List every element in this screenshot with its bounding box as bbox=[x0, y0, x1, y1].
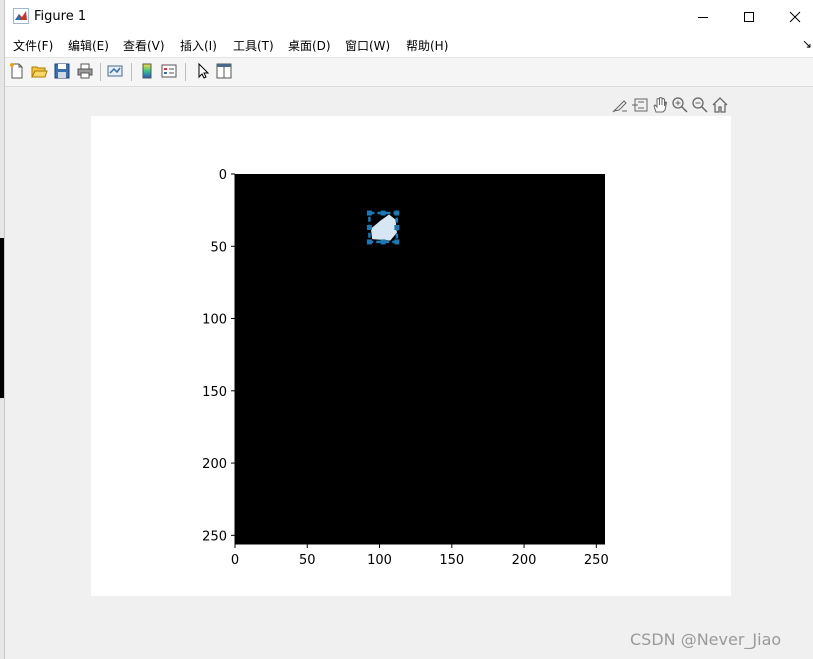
x-tick-label: 50 bbox=[299, 553, 316, 568]
figure-window: Figure 1 文件(F) 编辑(E) 查看(V) 插入(I) 工具(T) 桌… bbox=[4, 0, 813, 659]
open-file-icon[interactable] bbox=[30, 62, 48, 80]
maximize-icon bbox=[744, 11, 754, 22]
window-title: Figure 1 bbox=[34, 9, 87, 24]
bounding-box-marker bbox=[366, 224, 372, 230]
edit-plot-arrow-icon[interactable] bbox=[194, 62, 212, 80]
print-icon[interactable] bbox=[76, 62, 94, 80]
y-tick-label: 0 bbox=[219, 168, 227, 183]
close-button[interactable] bbox=[772, 0, 813, 33]
dock-arrow-icon[interactable]: ↘ bbox=[802, 37, 812, 51]
axes-toolbar bbox=[611, 96, 731, 114]
y-tick-label: 150 bbox=[202, 385, 227, 400]
title-bar: Figure 1 bbox=[5, 0, 813, 33]
toolbar-separator bbox=[100, 63, 101, 81]
zoom-out-icon[interactable] bbox=[691, 96, 709, 114]
minimize-icon bbox=[698, 16, 708, 18]
y-tick-label: 200 bbox=[202, 457, 227, 472]
menu-edit[interactable]: 编辑(E) bbox=[68, 37, 109, 54]
image-axes[interactable]: 0 50 100 150 200 250 0 50 100 150 200 250 bbox=[91, 116, 731, 596]
pan-hand-icon[interactable] bbox=[651, 96, 669, 114]
menu-view[interactable]: 查看(V) bbox=[123, 37, 165, 54]
link-plot-icon[interactable] bbox=[106, 62, 124, 80]
menu-tools[interactable]: 工具(T) bbox=[233, 37, 274, 54]
bounding-box-marker bbox=[394, 239, 400, 245]
toolbar-separator bbox=[185, 63, 186, 81]
zoom-in-icon[interactable] bbox=[671, 96, 689, 114]
matlab-logo-icon bbox=[13, 8, 29, 24]
figure-toolbar bbox=[5, 58, 813, 87]
x-tick-label: 0 bbox=[231, 553, 239, 568]
menu-window[interactable]: 窗口(W) bbox=[345, 37, 390, 54]
close-icon bbox=[789, 11, 801, 22]
csdn-watermark: CSDN @Never_Jiao bbox=[630, 630, 782, 649]
maximize-button[interactable] bbox=[726, 0, 772, 33]
legend-icon[interactable] bbox=[160, 62, 178, 80]
y-tick-label: 50 bbox=[210, 240, 227, 255]
bounding-box-marker bbox=[394, 224, 400, 230]
data-tips-icon[interactable] bbox=[631, 96, 649, 114]
bounding-box-marker bbox=[366, 239, 372, 245]
x-tick-label: 100 bbox=[367, 553, 392, 568]
x-tick-label: 200 bbox=[512, 553, 537, 568]
bounding-box-marker bbox=[366, 210, 372, 216]
bounding-box-marker bbox=[380, 239, 386, 245]
y-tick-label: 250 bbox=[202, 529, 227, 544]
x-tick-label: 250 bbox=[584, 553, 609, 568]
brush-icon[interactable] bbox=[611, 96, 629, 114]
bounding-box-marker bbox=[394, 210, 400, 216]
menu-bar: 文件(F) 编辑(E) 查看(V) 插入(I) 工具(T) 桌面(D) 窗口(W… bbox=[5, 33, 813, 58]
toolbar-separator bbox=[131, 63, 132, 81]
restore-home-icon[interactable] bbox=[711, 96, 729, 114]
save-icon[interactable] bbox=[53, 62, 71, 80]
colorbar-icon[interactable] bbox=[138, 62, 156, 80]
minimize-button[interactable] bbox=[680, 0, 726, 33]
menu-insert[interactable]: 插入(I) bbox=[180, 37, 217, 54]
menu-desktop[interactable]: 桌面(D) bbox=[288, 37, 331, 54]
property-inspector-icon[interactable] bbox=[215, 62, 233, 80]
bounding-box-marker bbox=[380, 210, 386, 216]
x-tick-label: 150 bbox=[439, 553, 464, 568]
image-background bbox=[235, 174, 605, 544]
menu-help[interactable]: 帮助(H) bbox=[406, 37, 448, 54]
figure-canvas: 0 50 100 150 200 250 0 50 100 150 200 250 bbox=[91, 116, 731, 596]
y-tick-label: 100 bbox=[202, 313, 227, 328]
menu-file[interactable]: 文件(F) bbox=[13, 37, 53, 54]
new-figure-icon[interactable] bbox=[8, 62, 26, 80]
